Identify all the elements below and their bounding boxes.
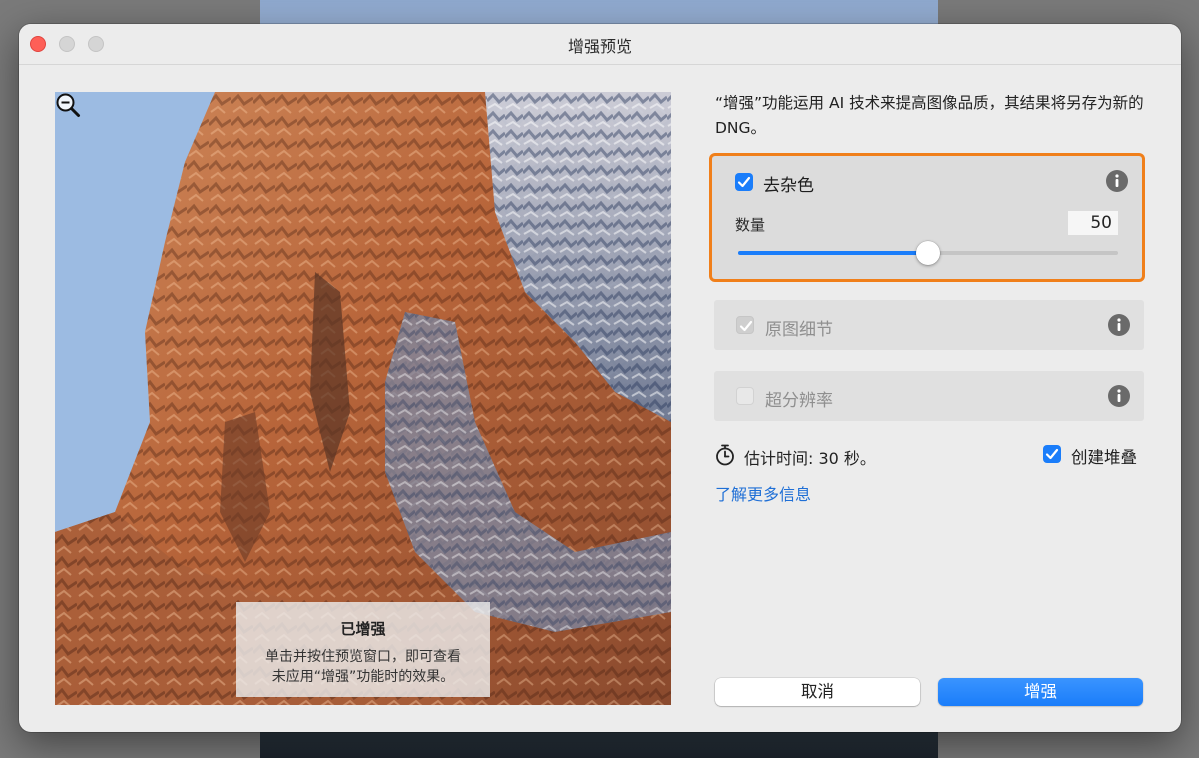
enhance-preview-image[interactable]: 已增强 单击并按住预览窗口，即可查看 未应用“增强”功能时的效果。 bbox=[55, 92, 671, 705]
super-resolution-card: 超分辨率 bbox=[714, 371, 1144, 421]
enhanced-overlay: 已增强 单击并按住预览窗口，即可查看 未应用“增强”功能时的效果。 bbox=[236, 602, 490, 697]
amount-slider[interactable] bbox=[738, 241, 1118, 265]
amount-value-field[interactable]: 50 bbox=[1068, 211, 1118, 235]
create-stack-checkbox[interactable] bbox=[1043, 445, 1061, 463]
info-icon[interactable] bbox=[1108, 385, 1130, 407]
denoise-checkbox[interactable] bbox=[735, 173, 753, 191]
cancel-button[interactable]: 取消 bbox=[715, 678, 920, 706]
create-stack-label[interactable]: 创建堆叠 bbox=[1071, 444, 1137, 468]
denoise-card: 去杂色 数量 50 bbox=[712, 156, 1142, 279]
enhance-description: “增强”功能运用 AI 技术来提高图像品质，其结果将另存为新的 DNG。 bbox=[715, 94, 1144, 137]
zoom-out-icon[interactable] bbox=[55, 92, 81, 118]
amount-slider-thumb[interactable] bbox=[916, 241, 940, 265]
title-bar: 增强预览 bbox=[19, 24, 1181, 65]
raw-details-card: 原图细节 bbox=[714, 300, 1144, 350]
estimated-time: 估计时间: 30 秒。 bbox=[744, 449, 876, 468]
info-icon[interactable] bbox=[1106, 170, 1128, 192]
learn-more-link[interactable]: 了解更多信息 bbox=[715, 481, 811, 505]
denoise-label: 去杂色 bbox=[763, 176, 814, 196]
checkmark-icon bbox=[737, 176, 751, 188]
enhance-preview-dialog: 增强预览 已增强 单击并按住预览窗口，即可查看 未应用“增强”功能时的效果。 “… bbox=[19, 24, 1181, 732]
window-title: 增强预览 bbox=[567, 37, 632, 56]
super-resolution-label: 超分辨率 bbox=[765, 391, 833, 411]
amount-slider-fill bbox=[738, 251, 928, 255]
stopwatch-icon bbox=[716, 444, 734, 466]
raw-details-label: 原图细节 bbox=[765, 320, 833, 340]
checkmark-icon bbox=[739, 320, 753, 332]
overlay-title: 已增强 bbox=[340, 620, 386, 638]
raw-details-checkbox[interactable] bbox=[736, 316, 754, 334]
amount-label: 数量 bbox=[735, 216, 766, 234]
enhance-button[interactable]: 增强 bbox=[938, 678, 1143, 706]
backdrop-ground bbox=[260, 728, 938, 758]
info-icon[interactable] bbox=[1108, 314, 1130, 336]
checkmark-icon bbox=[1045, 448, 1059, 460]
overlay-hint: 单击并按住预览窗口，即可查看 未应用“增强”功能时的效果。 bbox=[265, 649, 461, 685]
super-resolution-checkbox[interactable] bbox=[736, 387, 754, 405]
